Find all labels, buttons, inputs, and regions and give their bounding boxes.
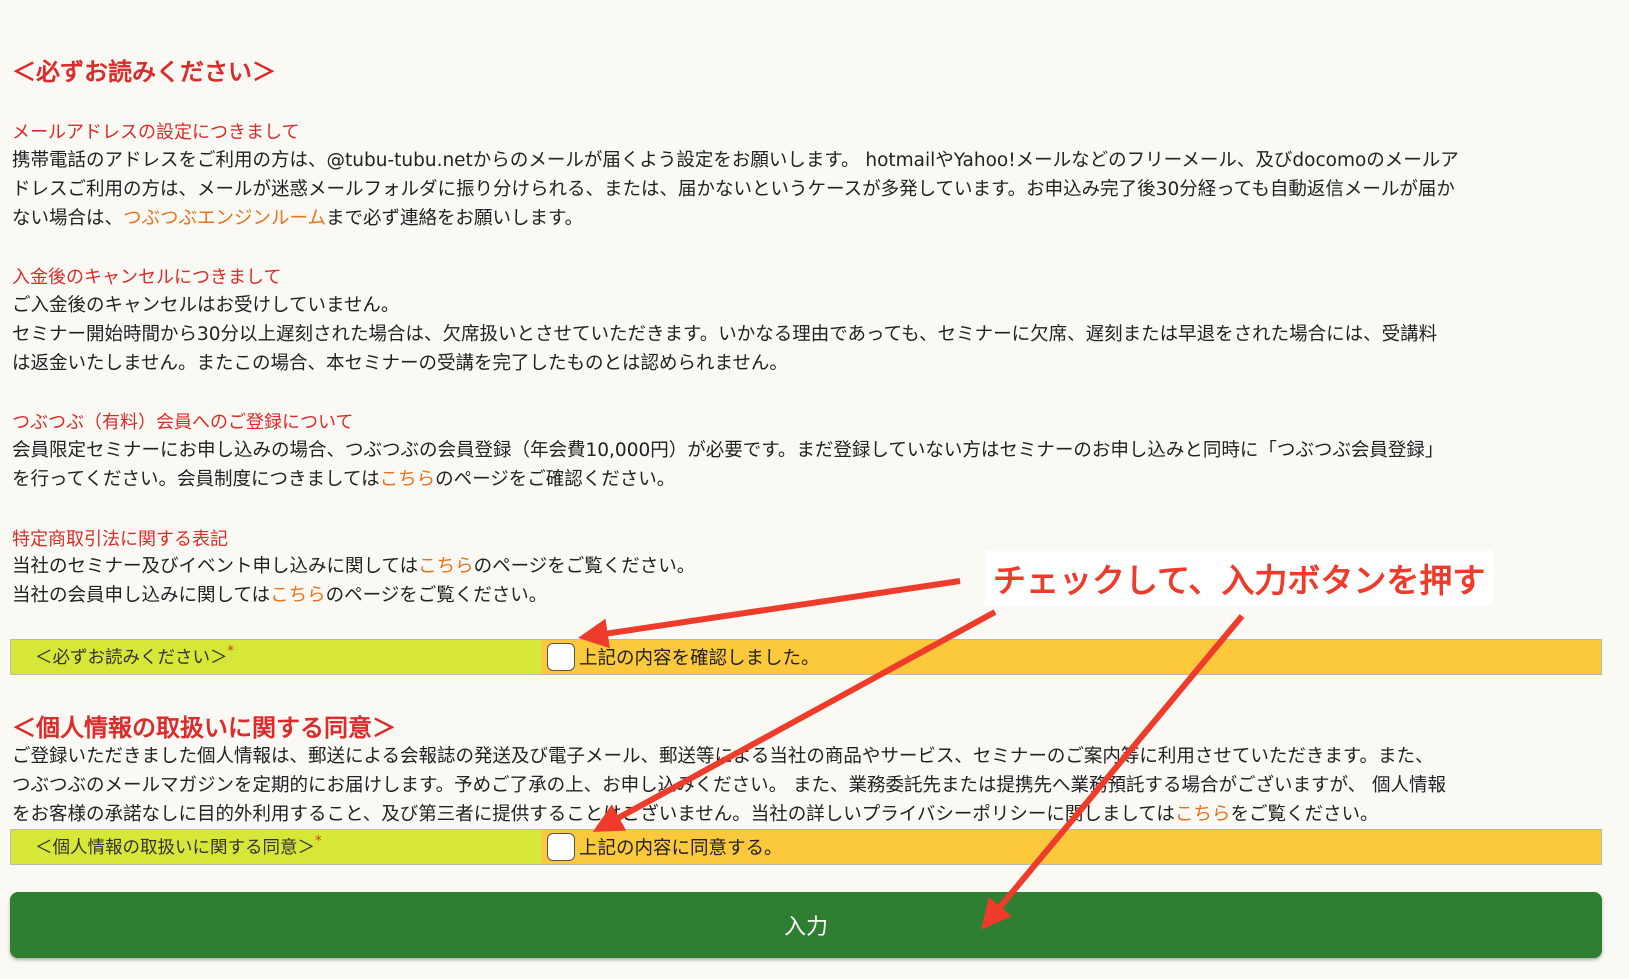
- privacy-text-line-3: をお客様の承諾なしに目的外利用すること、及び第三者に提供することはございません。…: [12, 800, 1607, 829]
- privacy-agree-checkbox[interactable]: [547, 833, 575, 861]
- cancel-text-line-3: は返金いたしません。またこの場合、本セミナーの受講を完了したものとは認められませ…: [12, 353, 788, 374]
- confirm-checkbox-label[interactable]: 上記の内容を確認しました。: [579, 644, 820, 670]
- email-text-line-3: ない場合は、つぶつぶエンジンルームまで必ず連絡をお願いします。: [12, 204, 1607, 233]
- member-section-title: つぶつぶ（有料）会員へのご登録について: [12, 412, 354, 433]
- annotation-callout: チェックして、入力ボタンを押す: [985, 550, 1494, 606]
- email-text-line-2: ドレスご利用の方は、メールが迷惑メールフォルダに振り分けられる、または、届かない…: [12, 179, 1455, 200]
- privacy-text: ご登録いただきました個人情報は、郵送による会報誌の発送及び電子メール、郵送等によ…: [12, 742, 1607, 829]
- member-text-line-1: 会員限定セミナーにお申し込みの場合、つぶつぶの会員登録（年会費10,000円）が…: [12, 440, 1444, 461]
- law-text-line-1-end: のページをご覧ください。: [473, 556, 696, 577]
- law-text-line-1-start: 当社のセミナー及びイベント申し込みに関しては: [12, 556, 419, 577]
- seminar-law-link[interactable]: こちら: [418, 556, 474, 577]
- email-text-line-3-start: ない場合は、: [12, 208, 124, 229]
- confirm-checkbox[interactable]: [547, 643, 575, 671]
- cancel-text-line-1: ご入金後のキャンセルはお受けしていません。: [12, 295, 400, 316]
- member-text-line-2: を行ってください。会員制度につきましてはこちらのページをご確認ください。: [12, 465, 1607, 494]
- cancel-section-text: ご入金後のキャンセルはお受けしていません。 セミナー開始時間から30分以上遅刻さ…: [12, 291, 1607, 378]
- confirm-checkbox-area[interactable]: 上記の内容を確認しました。: [541, 640, 1601, 674]
- confirm-row-label-text: ＜必ずお読みください＞: [35, 648, 228, 668]
- membership-info-link[interactable]: こちら: [380, 469, 436, 490]
- privacy-text-line-1: ご登録いただきました個人情報は、郵送による会報誌の発送及び電子メール、郵送等によ…: [12, 746, 1434, 767]
- cancel-section-title: 入金後のキャンセルにつきまして: [12, 267, 282, 288]
- law-section-title: 特定商取引法に関する表記: [12, 529, 228, 550]
- privacy-policy-link[interactable]: こちら: [1175, 804, 1231, 825]
- privacy-text-line-3-end: をご覧ください。: [1230, 804, 1379, 825]
- member-section-text: 会員限定セミナーにお申し込みの場合、つぶつぶの会員登録（年会費10,000円）が…: [12, 436, 1607, 494]
- law-text-line-2-start: 当社の会員申し込みに関しては: [12, 585, 271, 606]
- confirm-form-row: ＜必ずお読みください＞* 上記の内容を確認しました。: [10, 639, 1602, 675]
- privacy-text-line-2: つぶつぶのメールマガジンを定期的にお届けします。予めご了承の上、お申し込みくださ…: [12, 775, 1447, 796]
- email-text-line-3-end: まで必ず連絡をお願いします。: [325, 208, 584, 229]
- member-text-line-2-start: を行ってください。会員制度につきましては: [12, 469, 380, 490]
- privacy-row-label-text: ＜個人情報の取扱いに関する同意＞: [35, 838, 315, 858]
- email-text-line-1: 携帯電話のアドレスをご利用の方は、@tubu-tubu.netからのメールが届く…: [12, 150, 1459, 171]
- required-mark: *: [315, 834, 322, 849]
- member-law-link[interactable]: こちら: [270, 585, 326, 606]
- cancel-text-line-2: セミナー開始時間から30分以上遅刻された場合は、欠席扱いとさせていただきます。い…: [12, 324, 1438, 345]
- privacy-row-label: ＜個人情報の取扱いに関する同意＞*: [11, 830, 541, 864]
- law-text-line-2-end: のページをご覧ください。: [325, 585, 548, 606]
- email-section-text: 携帯電話のアドレスをご利用の方は、@tubu-tubu.netからのメールが届く…: [12, 146, 1607, 233]
- privacy-form-row: ＜個人情報の取扱いに関する同意＞* 上記の内容に同意する。: [10, 829, 1602, 865]
- privacy-checkbox-area[interactable]: 上記の内容に同意する。: [541, 830, 1601, 864]
- privacy-text-line-3-start: をお客様の承諾なしに目的外利用すること、及び第三者に提供することはございません。…: [12, 804, 1175, 825]
- submit-button[interactable]: 入力: [10, 892, 1602, 958]
- privacy-checkbox-label[interactable]: 上記の内容に同意する。: [579, 834, 783, 860]
- email-section-title: メールアドレスの設定につきまして: [12, 122, 300, 143]
- confirm-row-label: ＜必ずお読みください＞*: [11, 640, 541, 674]
- notice-heading: ＜必ずお読みください＞: [12, 58, 276, 86]
- privacy-heading: ＜個人情報の取扱いに関する同意＞: [12, 714, 396, 742]
- engine-room-link[interactable]: つぶつぶエンジンルーム: [123, 208, 326, 229]
- member-text-line-2-end: のページをご確認ください。: [435, 469, 676, 490]
- required-mark: *: [227, 644, 235, 659]
